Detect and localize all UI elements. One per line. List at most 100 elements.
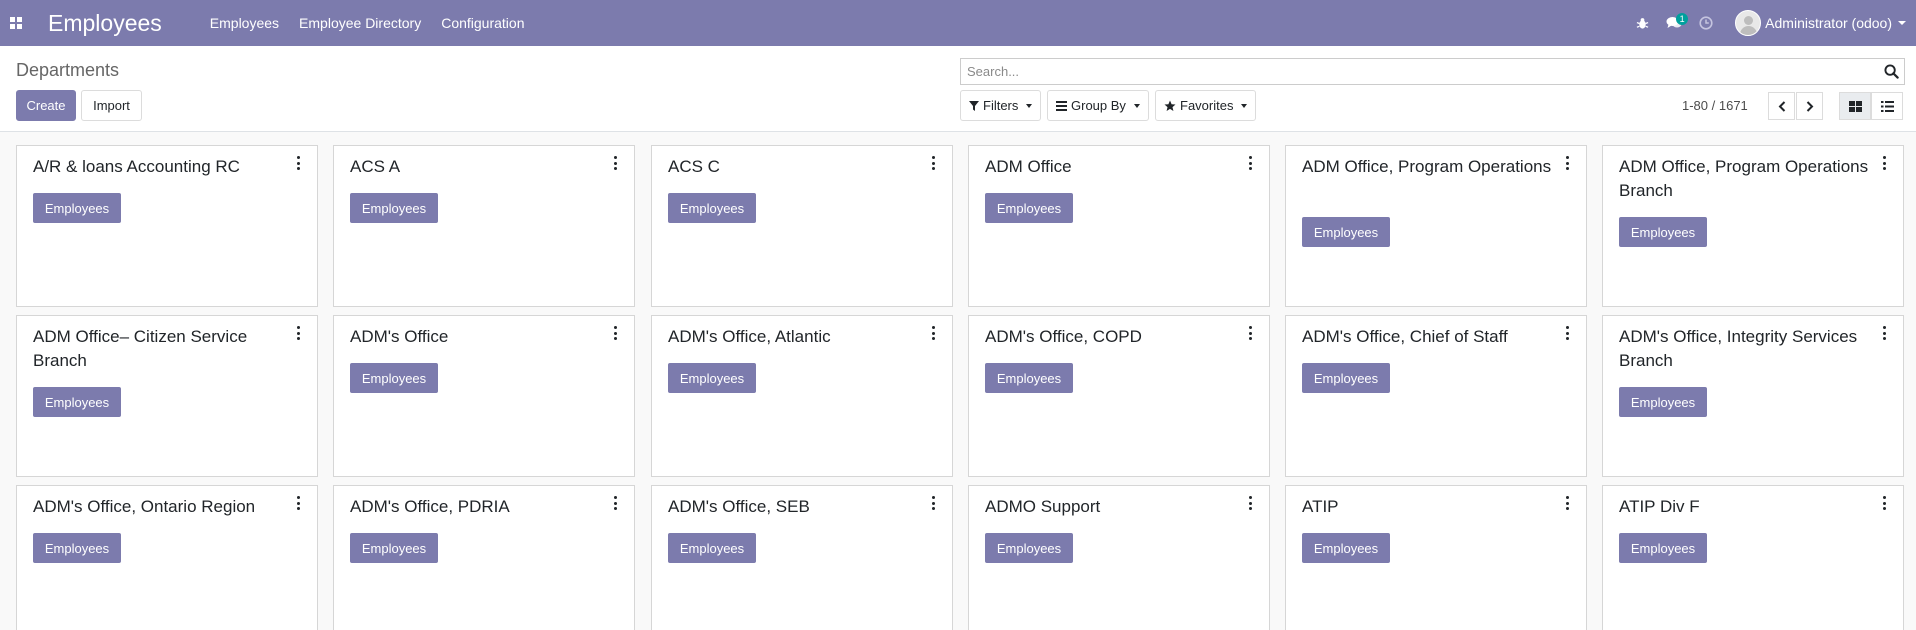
employees-button[interactable]: Employees (1619, 533, 1707, 563)
employees-button[interactable]: Employees (985, 533, 1073, 563)
employees-button[interactable]: Employees (1619, 217, 1707, 247)
user-menu[interactable]: Administrator (odoo) (1735, 10, 1906, 36)
group-by-button[interactable]: Group By (1047, 90, 1149, 121)
department-card[interactable]: ADM Office, Program Operations Branch Em… (1602, 145, 1904, 307)
group-by-label: Group By (1071, 98, 1126, 113)
search-input[interactable] (961, 59, 1876, 84)
card-menu-icon[interactable] (610, 156, 620, 170)
department-card[interactable]: ADM's Office, Atlantic Employees (651, 315, 953, 477)
card-menu-icon[interactable] (610, 496, 620, 510)
employees-button[interactable]: Employees (1302, 217, 1390, 247)
employees-button[interactable]: Employees (350, 363, 438, 393)
department-name: ACS C (668, 157, 720, 176)
card-menu-icon[interactable] (928, 496, 938, 510)
employees-button[interactable]: Employees (668, 363, 756, 393)
list-lines-icon (1056, 100, 1067, 111)
department-card[interactable]: ADM's Office, Integrity Services Branch … (1602, 315, 1904, 477)
breadcrumb: Departments (16, 60, 120, 80)
chevron-left-icon (1778, 100, 1785, 112)
department-name: ADM's Office, Integrity Services Branch (1619, 327, 1858, 370)
top-navbar: Employees Employees Employee Directory C… (0, 0, 1916, 46)
employees-button[interactable]: Employees (668, 193, 756, 223)
department-name: ADM Office, Program Operations Branch (1619, 157, 1869, 200)
department-name: A/R & loans Accounting RC (33, 157, 240, 176)
chevron-down-icon (1133, 103, 1140, 108)
pager-next-button[interactable] (1796, 92, 1823, 120)
filters-label: Filters (983, 98, 1019, 113)
department-card[interactable]: ADM Office– Citizen Service Branch Emplo… (16, 315, 318, 477)
pager-previous-button[interactable] (1768, 92, 1795, 120)
card-menu-icon[interactable] (1879, 156, 1889, 170)
menu-employees[interactable]: Employees (210, 15, 279, 31)
card-menu-icon[interactable] (928, 326, 938, 340)
department-card[interactable]: ADM's Office, PDRIA Employees (333, 485, 635, 630)
employees-button[interactable]: Employees (1619, 387, 1707, 417)
department-card[interactable]: ADM's Office, Ontario Region Employees (16, 485, 318, 630)
card-menu-icon[interactable] (1245, 496, 1255, 510)
card-menu-icon[interactable] (293, 496, 303, 510)
card-menu-icon[interactable] (928, 156, 938, 170)
department-card[interactable]: ADM Office, Program Operations Employees (1285, 145, 1587, 307)
filters-button[interactable]: Filters (960, 90, 1042, 121)
card-menu-icon[interactable] (610, 326, 620, 340)
list-view-button[interactable] (1871, 92, 1903, 120)
import-button[interactable]: Import (81, 90, 142, 121)
card-menu-icon[interactable] (1562, 156, 1572, 170)
menu-employee-directory[interactable]: Employee Directory (299, 15, 421, 31)
favorites-button[interactable]: Favorites (1155, 90, 1257, 121)
employees-button[interactable]: Employees (985, 363, 1073, 393)
department-name: ADM Office, Program Operations (1302, 157, 1552, 176)
pager-value[interactable]: 1-80 / 1671 (1682, 98, 1748, 113)
favorites-label: Favorites (1180, 98, 1234, 113)
employees-button[interactable]: Employees (1302, 363, 1390, 393)
department-card[interactable]: ACS C Employees (651, 145, 953, 307)
card-menu-icon[interactable] (1562, 326, 1572, 340)
department-card[interactable]: ADM Office Employees (968, 145, 1270, 307)
search-icon[interactable] (1884, 64, 1900, 80)
messages-count-badge: 1 (1676, 13, 1689, 25)
kanban-grid-icon (1848, 100, 1862, 112)
employees-button[interactable]: Employees (985, 193, 1073, 223)
employees-button[interactable]: Employees (350, 533, 438, 563)
department-card[interactable]: ADM's Office Employees (333, 315, 635, 477)
employees-button[interactable]: Employees (668, 533, 756, 563)
bug-icon[interactable] (1629, 0, 1655, 46)
department-card[interactable]: ADM's Office, Chief of Staff Employees (1285, 315, 1587, 477)
employees-button[interactable]: Employees (33, 533, 121, 563)
card-menu-icon[interactable] (1879, 496, 1889, 510)
employees-button[interactable]: Employees (350, 193, 438, 223)
activity-clock-icon[interactable] (1693, 0, 1719, 46)
employees-button[interactable]: Employees (1302, 533, 1390, 563)
department-name: ATIP (1302, 497, 1339, 516)
department-card[interactable]: A/R & loans Accounting RC Employees (16, 145, 318, 307)
control-panel: Departments Create Import Filters Group … (0, 46, 1916, 132)
app-title[interactable]: Employees (48, 10, 162, 37)
kanban-view-button[interactable] (1839, 92, 1871, 120)
department-card[interactable]: ADM's Office, SEB Employees (651, 485, 953, 630)
department-card[interactable]: ATIP Div F Employees (1602, 485, 1904, 630)
department-card[interactable]: ATIP Employees (1285, 485, 1587, 630)
apps-menu-icon[interactable] (1, 0, 31, 46)
chevron-right-icon (1806, 100, 1813, 112)
filter-icon (969, 100, 979, 111)
department-card[interactable]: ACS A Employees (333, 145, 635, 307)
department-name: ADM's Office, Chief of Staff (1302, 327, 1508, 346)
card-menu-icon[interactable] (1562, 496, 1572, 510)
card-menu-icon[interactable] (293, 326, 303, 340)
card-menu-icon[interactable] (1879, 326, 1889, 340)
menu-configuration[interactable]: Configuration (441, 15, 524, 31)
department-name: ADM's Office, COPD (985, 327, 1142, 346)
card-menu-icon[interactable] (1245, 326, 1255, 340)
department-name: ADM's Office, SEB (668, 497, 810, 516)
card-menu-icon[interactable] (293, 156, 303, 170)
department-name: ATIP Div F (1619, 497, 1700, 516)
employees-button[interactable]: Employees (33, 193, 121, 223)
chevron-down-icon (1898, 21, 1906, 25)
department-name: ACS A (350, 157, 401, 176)
department-card[interactable]: ADM's Office, COPD Employees (968, 315, 1270, 477)
employees-button[interactable]: Employees (33, 387, 121, 417)
messages-icon[interactable]: 1 (1661, 0, 1689, 46)
department-card[interactable]: ADMO Support Employees (968, 485, 1270, 630)
card-menu-icon[interactable] (1245, 156, 1255, 170)
create-button[interactable]: Create (16, 90, 76, 121)
